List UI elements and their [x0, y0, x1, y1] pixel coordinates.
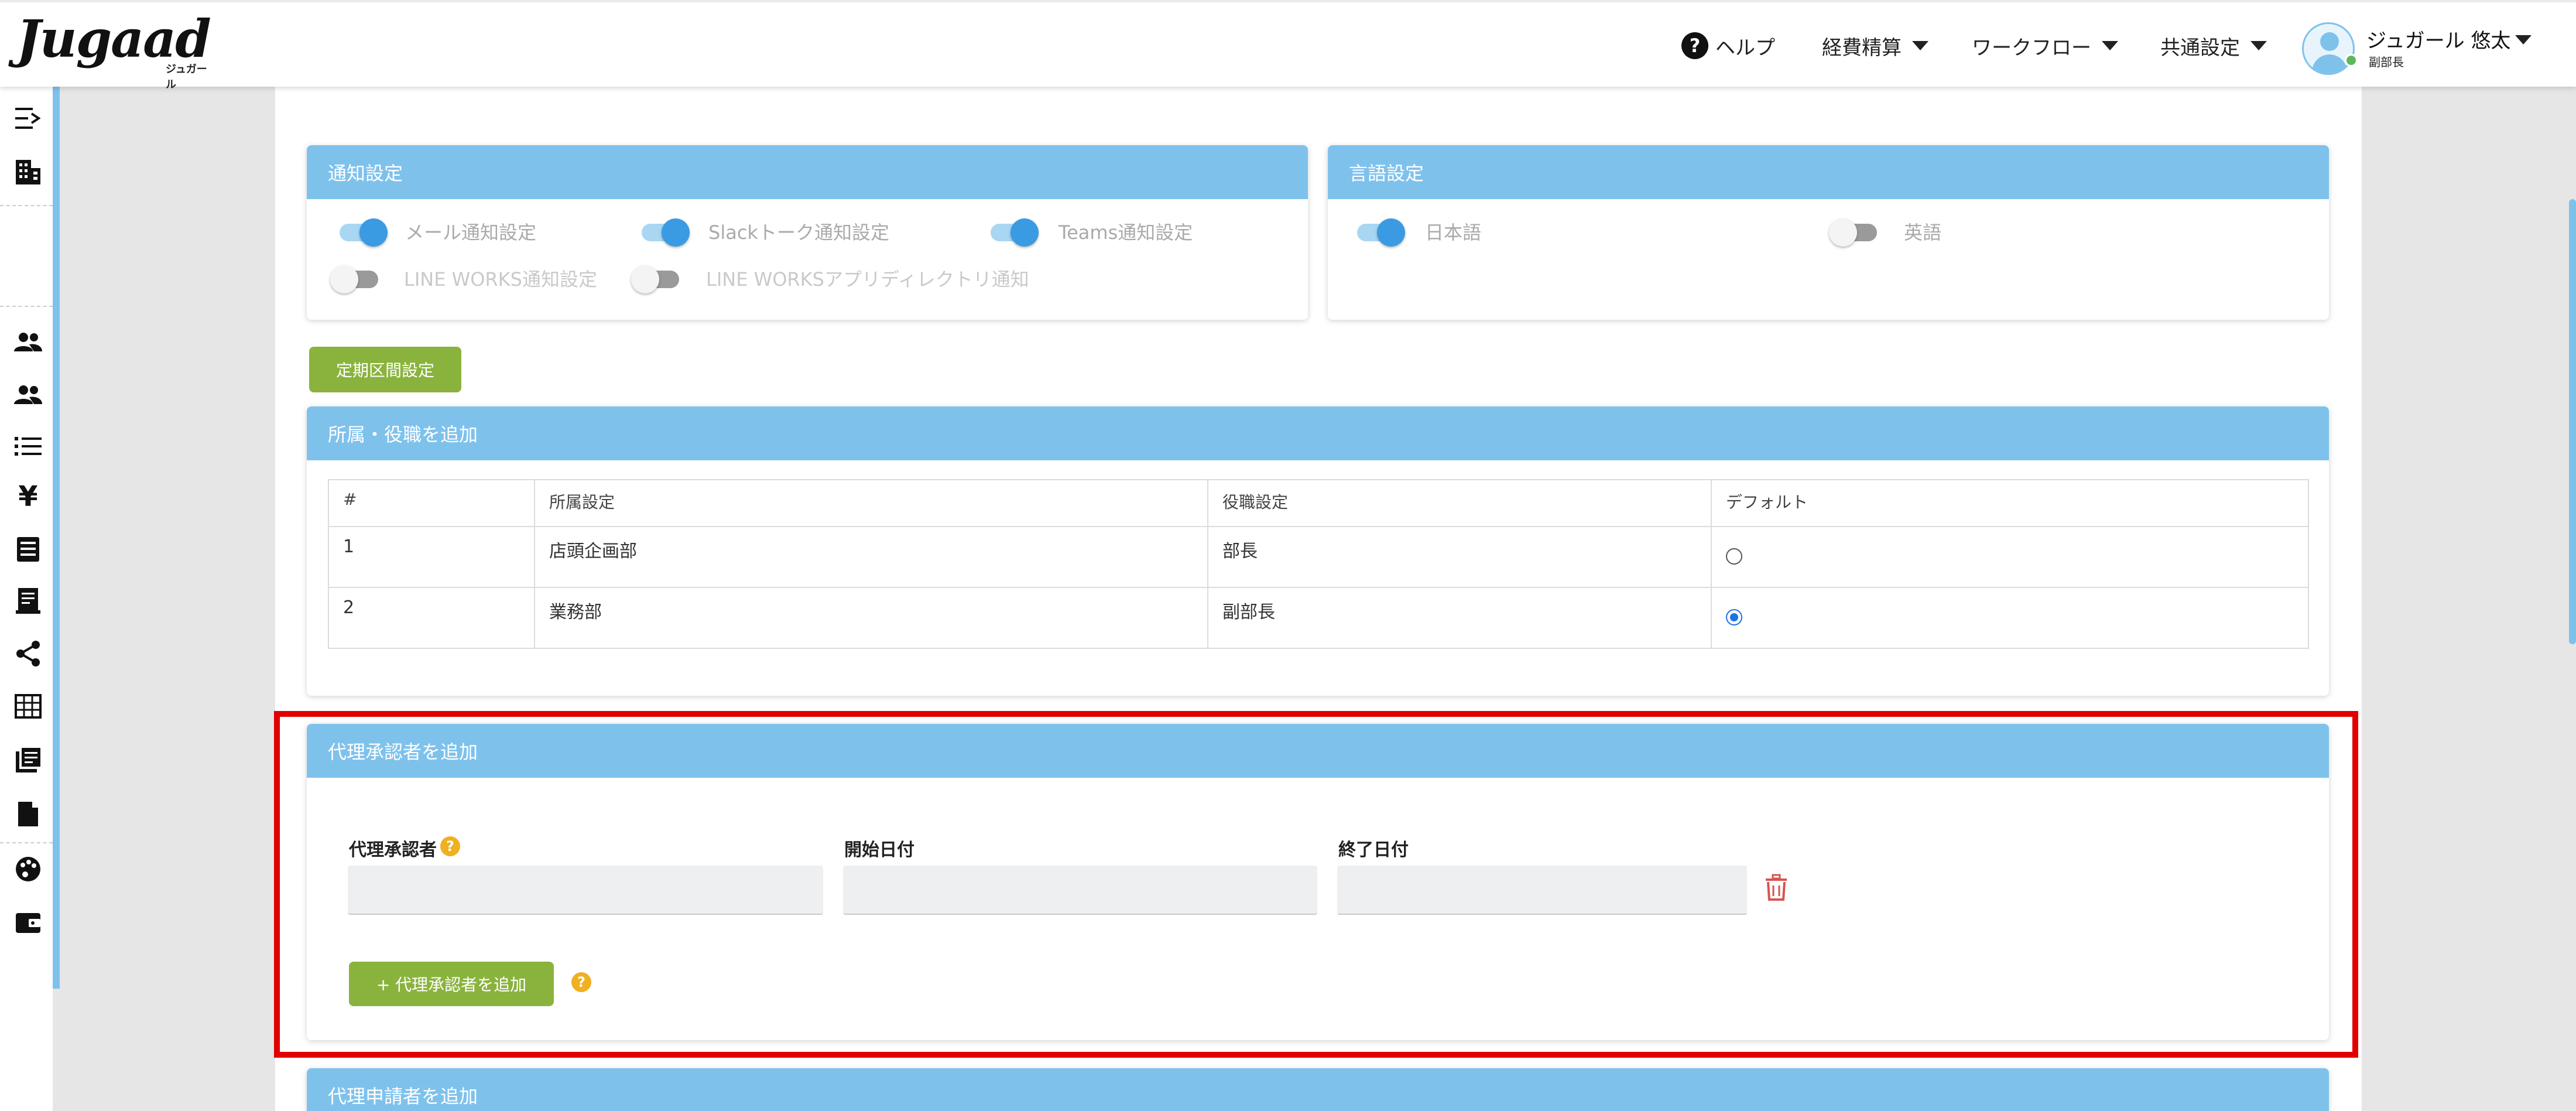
online-status-icon [2345, 54, 2358, 67]
proxy-applicant-title: 代理申請者を追加 [307, 1068, 2329, 1111]
commute-route-settings-button[interactable]: 定期区間設定 [309, 347, 461, 392]
menu-common-settings-label: 共通設定 [2160, 36, 2240, 60]
affiliation-card: 所属・役職を追加 # 所属設定 役職設定 デフォルト 1 店頭企画部 部長 2 … [307, 406, 2329, 696]
top-header: Jugaad ジュガール ? ヘルプ 経費精算 ワークフロー 共通設定 ジュガー… [0, 0, 2576, 91]
lineworks-notify-toggle[interactable] [330, 265, 378, 293]
logo-subtext: ジュガール [166, 63, 207, 91]
mail-notify-label: メール通知設定 [405, 221, 537, 244]
proxy-approver-input[interactable] [348, 866, 823, 915]
table-row: 2 業務部 副部長 [328, 587, 2309, 649]
lineworks-notify-label: LINE WORKS通知設定 [404, 268, 597, 290]
menu-workflow-label: ワークフロー [1972, 36, 2091, 60]
japanese-toggle[interactable] [1357, 218, 1405, 247]
notify-settings-card: 通知設定 メール通知設定 Slackトーク通知設定 Teams通知設定 LINE… [307, 145, 1308, 320]
teams-notify-toggle[interactable] [991, 218, 1039, 247]
yen-icon[interactable]: ¥ [12, 480, 44, 513]
col-department: 所属設定 [534, 479, 1208, 527]
sidebar: ¥ [0, 87, 53, 1111]
english-label: 英語 [1904, 221, 1942, 244]
proxy-approver-title: 代理承認者を追加 [307, 724, 2329, 778]
col-position: 役職設定 [1207, 479, 1712, 527]
table-header-row: # 所属設定 役職設定 デフォルト [328, 479, 2309, 527]
user-menu-caret-icon[interactable] [2515, 35, 2532, 45]
menu-expense[interactable]: 経費精算 [1822, 2, 1928, 89]
end-date-label: 終了日付 [1338, 840, 1409, 860]
caret-down-icon [1912, 41, 1928, 50]
lineworks-dir-notify-toggle[interactable] [631, 265, 679, 293]
user-name[interactable]: ジュガール 悠太 [2366, 25, 2510, 53]
ledger-icon[interactable] [12, 533, 44, 566]
lineworks-dir-notify-label: LINE WORKSアプリディレクトリ通知 [706, 268, 1029, 290]
row-number: 2 [328, 587, 535, 649]
english-toggle[interactable] [1829, 218, 1877, 247]
document-icon[interactable] [12, 798, 44, 830]
question-circle-icon[interactable]: ? [440, 836, 460, 856]
table-row: 1 店頭企画部 部長 [328, 526, 2309, 588]
expand-menu-icon[interactable] [12, 102, 44, 135]
affiliation-title: 所属・役職を追加 [307, 406, 2329, 460]
trash-icon[interactable] [1765, 874, 1788, 904]
row-default [1711, 526, 2309, 588]
help-label: ヘルプ [1715, 36, 1775, 60]
avatar[interactable] [2302, 22, 2355, 75]
journal-icon[interactable] [12, 744, 44, 777]
row-position: 部長 [1207, 526, 1712, 588]
sidebar-accent-bar [53, 87, 60, 989]
wallet-icon[interactable] [12, 907, 44, 939]
receipt-icon[interactable] [12, 584, 44, 617]
building-icon[interactable] [12, 156, 44, 189]
menu-expense-label: 経費精算 [1822, 36, 1902, 60]
proxy-applicant-card: 代理申請者を追加 [307, 1068, 2329, 1111]
start-date-label: 開始日付 [844, 840, 914, 860]
affiliation-table: # 所属設定 役職設定 デフォルト 1 店頭企画部 部長 2 業務部 副部長 [328, 479, 2309, 649]
question-circle-icon[interactable]: ? [571, 972, 591, 992]
question-circle-icon: ? [1681, 32, 1708, 59]
page-scrollbar[interactable] [2569, 199, 2576, 644]
list-icon[interactable] [12, 430, 44, 463]
language-settings-card: 言語設定 日本語 英語 [1328, 145, 2329, 320]
caret-down-icon [2250, 41, 2267, 50]
start-date-input[interactable] [843, 866, 1317, 915]
slack-notify-toggle[interactable] [642, 218, 690, 247]
grid-icon[interactable] [12, 690, 44, 723]
end-date-input[interactable] [1337, 866, 1747, 915]
slack-notify-label: Slackトーク通知設定 [708, 221, 889, 244]
logo-text: Jugaad [16, 8, 211, 69]
teams-notify-label: Teams通知設定 [1059, 221, 1193, 244]
share-icon[interactable] [12, 637, 44, 670]
col-number: # [328, 479, 535, 527]
user-role: 副部長 [2369, 55, 2404, 69]
app-logo[interactable]: Jugaad ジュガール [16, 8, 211, 91]
palette-icon[interactable] [12, 853, 44, 886]
menu-workflow[interactable]: ワークフロー [1972, 2, 2118, 89]
users-icon[interactable] [12, 326, 44, 358]
row-default [1711, 587, 2309, 649]
japanese-label: 日本語 [1425, 221, 1482, 244]
default-radio[interactable] [1726, 548, 1742, 565]
row-position: 副部長 [1207, 587, 1712, 649]
add-proxy-approver-button[interactable]: + 代理承認者を追加 [349, 962, 554, 1006]
help-link[interactable]: ? ヘルプ [1681, 2, 1775, 89]
default-radio-selected[interactable] [1726, 609, 1742, 625]
users-alt-icon[interactable] [12, 378, 44, 411]
caret-down-icon [2102, 41, 2118, 50]
menu-common-settings[interactable]: 共通設定 [2160, 2, 2267, 89]
mail-notify-toggle[interactable] [340, 218, 388, 247]
row-department: 店頭企画部 [534, 526, 1208, 588]
proxy-approver-label: 代理承認者 [349, 840, 437, 860]
row-department: 業務部 [534, 587, 1208, 649]
language-settings-title: 言語設定 [1328, 145, 2329, 199]
row-number: 1 [328, 526, 535, 588]
col-default: デフォルト [1711, 479, 2309, 527]
notify-settings-title: 通知設定 [307, 145, 1308, 199]
proxy-approver-card: 代理承認者を追加 代理承認者 ? 開始日付 終了日付 + 代理承認者を追加 ? [307, 724, 2329, 1040]
